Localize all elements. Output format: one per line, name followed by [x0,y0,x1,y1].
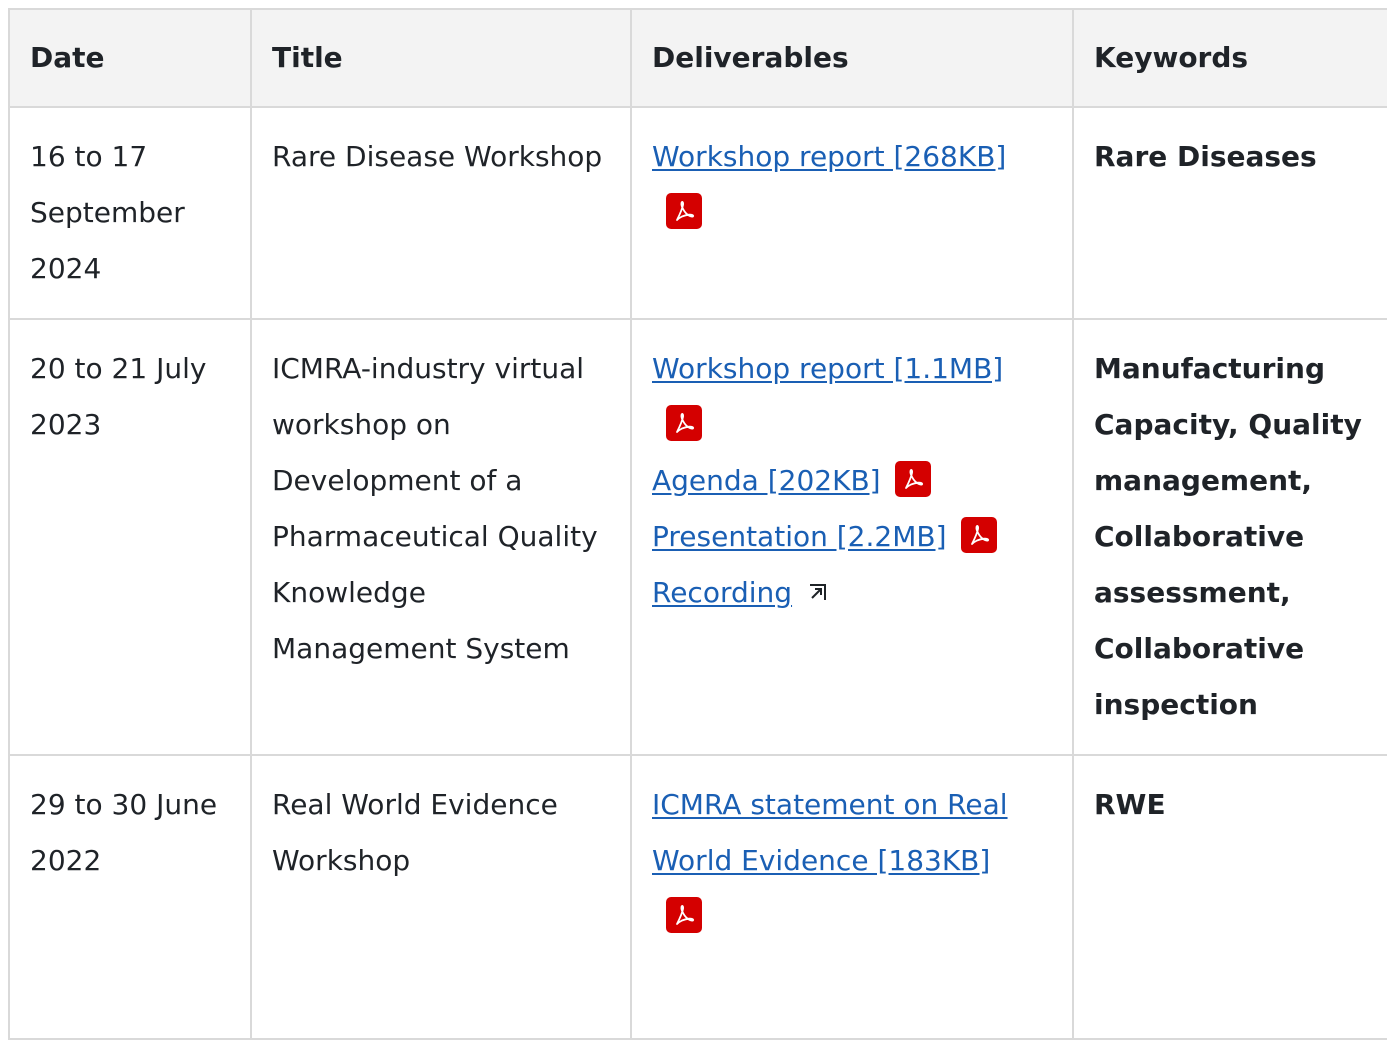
cell-keywords: Rare Diseases [1072,106,1387,320]
workshops-table: Date Title Deliverables Keywords 16 to 1… [8,8,1387,1040]
table-row: 29 to 30 June 2022 Real World Evidence W… [8,754,1387,1040]
pdf-icon[interactable] [666,897,702,933]
cell-title: Real World Evidence Workshop [250,754,632,1040]
cell-date: 29 to 30 June 2022 [8,754,252,1040]
cell-deliverables: Workshop report [1.1MB] Agenda [202KB] P… [630,318,1074,756]
deliverable-link[interactable]: Agenda [202KB] [652,464,881,497]
table-row: 16 to 17 September 2024 Rare Disease Wor… [8,106,1387,320]
deliverable-line: Agenda [202KB] [652,453,1052,509]
table-body: 16 to 17 September 2024 Rare Disease Wor… [8,106,1387,1040]
header-row: Date Title Deliverables Keywords [8,8,1387,108]
header-deliverables: Deliverables [630,8,1074,108]
cell-date: 16 to 17 September 2024 [8,106,252,320]
cell-deliverables: ICMRA statement on Real World Evidence [… [630,754,1074,1040]
deliverable-line: Recording [652,565,1052,621]
header-date: Date [8,8,252,108]
pdf-icon[interactable] [960,517,997,553]
workshops-table-container: Date Title Deliverables Keywords 16 to 1… [8,8,1387,1040]
deliverable-link[interactable]: ICMRA statement on Real World Evidence [… [652,788,1008,877]
pdf-icon[interactable] [666,193,702,229]
table-header: Date Title Deliverables Keywords [8,8,1387,108]
external-link-icon[interactable] [806,580,830,604]
header-keywords: Keywords [1072,8,1387,108]
pdf-icon[interactable] [666,405,702,441]
deliverable-link[interactable]: Recording [652,576,792,609]
cell-date: 20 to 21 July 2023 [8,318,252,756]
deliverable-link[interactable]: Presentation [2.2MB] [652,520,947,553]
cell-keywords: Manufacturing Capacity, Quality manageme… [1072,318,1387,756]
cell-deliverables: Workshop report [268KB] [630,106,1074,320]
cell-title: Rare Disease Workshop [250,106,632,320]
deliverable-link[interactable]: Workshop report [1.1MB] [652,352,1003,385]
deliverable-link[interactable]: Workshop report [268KB] [652,140,1006,173]
cell-keywords: RWE [1072,754,1387,1040]
header-title: Title [250,8,632,108]
pdf-icon[interactable] [894,461,931,497]
cell-title: ICMRA-industry virtual workshop on Devel… [250,318,632,756]
table-row: 20 to 21 July 2023 ICMRA-industry virtua… [8,318,1387,756]
deliverable-line: Presentation [2.2MB] [652,509,1052,565]
